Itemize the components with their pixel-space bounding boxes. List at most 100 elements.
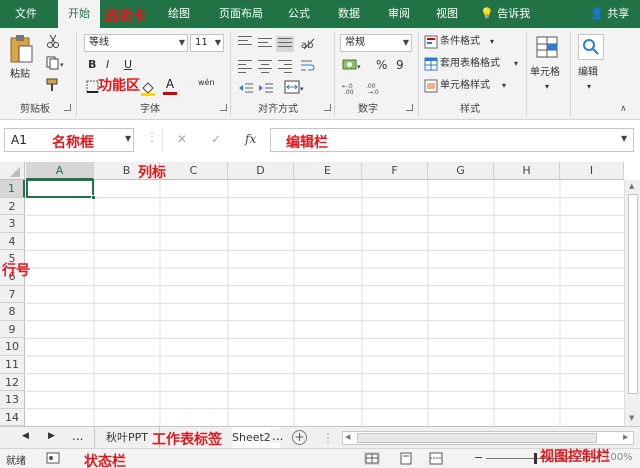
tab-formulas[interactable]: 公式 (280, 0, 318, 28)
zoom-out-icon[interactable]: − (474, 451, 483, 464)
align-top-icon[interactable] (238, 36, 252, 48)
scroll-down-icon[interactable]: ▼ (629, 414, 634, 422)
phonetic-guide-icon[interactable]: wén (198, 76, 215, 90)
cancel-icon[interactable]: ✕ (177, 132, 187, 146)
increase-indent-icon[interactable] (258, 82, 274, 94)
row-header[interactable]: 10 (0, 338, 25, 356)
scroll-left-icon[interactable]: ◀ (345, 433, 350, 441)
horizontal-scroll-thumb[interactable] (357, 433, 597, 443)
row-header[interactable]: 8 (0, 303, 25, 321)
search-icon[interactable] (578, 34, 604, 60)
splitter-handle-icon[interactable]: ⋮ (146, 130, 158, 144)
enter-icon[interactable]: ✓ (211, 132, 221, 146)
align-middle-icon[interactable] (258, 38, 272, 50)
worksheet-grid[interactable]: ABCDEFGHI 1 2 3 4 5 6 7 8 9 10 11 12 13 14 ▲ ▼ (0, 162, 640, 427)
splitter-handle-icon[interactable]: ⋮ (322, 431, 334, 445)
editing-button-label[interactable]: 编辑 (578, 66, 598, 80)
format-painter-icon[interactable] (46, 78, 60, 92)
cell-styles-button[interactable]: 单元格样式 ▾ (424, 78, 520, 94)
tab-data[interactable]: 数据 (330, 0, 368, 28)
expand-formula-icon[interactable]: ▼ (621, 134, 627, 143)
column-header[interactable]: E (294, 162, 362, 180)
zoom-slider-thumb[interactable] (534, 453, 537, 464)
normal-view-icon[interactable] (364, 452, 380, 465)
tell-me-search[interactable]: 💡 告诉我 (480, 0, 530, 28)
cells-icon[interactable] (534, 34, 560, 60)
align-right-icon[interactable] (278, 60, 292, 76)
page-layout-view-icon[interactable] (398, 452, 414, 465)
column-header[interactable]: F (362, 162, 428, 180)
column-header[interactable]: H (494, 162, 560, 180)
clipboard-launcher-icon[interactable] (64, 104, 71, 111)
underline-button[interactable]: U (124, 58, 132, 72)
merge-center-icon[interactable]: ▾ (284, 80, 306, 94)
column-header[interactable]: G (428, 162, 494, 180)
font-launcher-icon[interactable] (220, 104, 227, 111)
tab-draw[interactable]: 绘图 (160, 0, 198, 28)
accounting-format-icon[interactable]: ▾ (342, 58, 364, 72)
selected-cell[interactable] (26, 179, 96, 200)
row-header[interactable]: 13 (0, 391, 25, 409)
cells-button-label[interactable]: 单元格 (530, 66, 560, 80)
sheets-ellipsis-left[interactable]: ... (72, 429, 83, 443)
scroll-sheets-right-icon[interactable]: ▶ (48, 431, 55, 441)
macro-record-icon[interactable] (46, 452, 60, 464)
orientation-icon[interactable]: ab (300, 36, 316, 51)
page-break-view-icon[interactable] (428, 452, 444, 465)
fill-color-icon[interactable] (140, 80, 158, 96)
comma-style-button[interactable]: 9 (396, 58, 404, 72)
conditional-formatting-button[interactable]: 条件格式 ▾ (424, 34, 520, 50)
row-header[interactable]: 3 (0, 215, 25, 233)
decrease-decimal-icon[interactable]: .00 →.0 (366, 82, 386, 96)
sheets-ellipsis-right[interactable]: ... (270, 429, 286, 443)
bold-button[interactable]: B (88, 58, 96, 72)
add-sheet-button[interactable]: + (292, 430, 307, 445)
align-bottom-icon[interactable] (276, 36, 294, 52)
column-header[interactable]: A (26, 162, 94, 180)
share-button[interactable]: 👤 共享 (590, 0, 629, 28)
row-header[interactable]: 7 (0, 285, 25, 304)
column-header[interactable]: C (160, 162, 228, 180)
scroll-up-icon[interactable]: ▲ (629, 182, 634, 190)
alignment-launcher-icon[interactable] (324, 104, 331, 111)
italic-button[interactable]: I (106, 58, 109, 72)
collapse-ribbon-icon[interactable]: ∧ (620, 104, 632, 114)
paste-button-label[interactable]: 粘贴 (10, 68, 30, 82)
tab-home[interactable]: 开始 (58, 0, 100, 28)
paste-icon[interactable] (8, 34, 34, 68)
scroll-right-icon[interactable]: ▶ (623, 433, 628, 441)
row-header[interactable]: 12 (0, 373, 25, 392)
row-header[interactable]: 1 (0, 180, 25, 198)
font-name-combo[interactable]: 等线 ▼ (84, 34, 188, 52)
column-header[interactable]: D (228, 162, 294, 180)
scroll-sheets-left-icon[interactable]: ◀ (22, 431, 29, 441)
cut-icon[interactable] (46, 34, 60, 48)
tab-page-layout[interactable]: 页面布局 (210, 0, 272, 28)
align-center-icon[interactable] (258, 60, 272, 76)
decrease-indent-icon[interactable] (238, 82, 254, 94)
tab-view[interactable]: 视图 (428, 0, 466, 28)
row-header[interactable]: 11 (0, 356, 25, 374)
wrap-text-icon[interactable] (300, 58, 324, 72)
sheet-tab[interactable]: 秋叶PPT (94, 427, 160, 448)
format-as-table-button[interactable]: 套用表格格式 ▾ (424, 56, 524, 72)
tab-file[interactable]: 文件 (4, 0, 48, 28)
increase-decimal-icon[interactable]: ←.0.00 (342, 82, 362, 96)
copy-icon[interactable]: ▾ (46, 56, 66, 70)
select-all-corner[interactable] (0, 162, 25, 180)
tab-review[interactable]: 审阅 (380, 0, 418, 28)
vertical-scrollbar[interactable]: ▲ ▼ (624, 180, 640, 426)
font-color-icon[interactable]: A (162, 78, 178, 96)
row-header[interactable]: 4 (0, 232, 25, 251)
row-header[interactable]: 9 (0, 320, 25, 339)
row-header[interactable]: 2 (0, 197, 25, 216)
number-launcher-icon[interactable] (406, 104, 413, 111)
number-format-combo[interactable]: 常规 ▼ (340, 34, 412, 52)
insert-function-icon[interactable]: fx (245, 132, 256, 146)
font-size-combo[interactable]: 11 ▼ (190, 34, 224, 52)
align-left-icon[interactable] (238, 60, 252, 76)
row-header[interactable]: 14 (0, 408, 25, 427)
horizontal-scrollbar[interactable]: ◀ ▶ (342, 431, 634, 445)
column-header[interactable]: I (560, 162, 624, 180)
fill-handle[interactable] (91, 195, 96, 200)
